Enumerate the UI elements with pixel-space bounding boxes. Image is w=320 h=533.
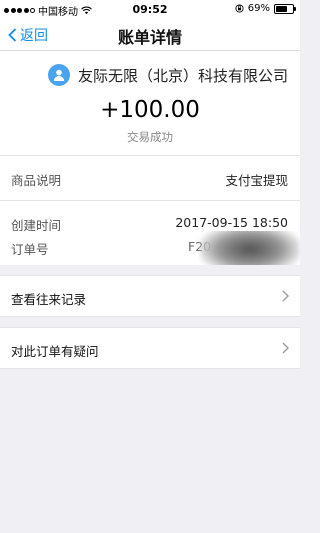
created-value: 2017-09-15 18:50: [175, 215, 288, 230]
merchant-name: 友际无限（北京）科技有限公司: [77, 66, 288, 85]
rotation-lock-icon: [235, 4, 244, 13]
merchant-row: 友际无限（北京）科技有限公司: [0, 51, 300, 87]
chevron-right-icon: [282, 342, 289, 354]
section-gap: [0, 317, 300, 327]
transaction-amount: +100.00: [100, 97, 200, 123]
chevron-right-icon: [282, 290, 289, 302]
order-question-button[interactable]: 对此订单有疑问: [0, 327, 300, 369]
order-label: 订单号: [11, 242, 49, 257]
transaction-status: 交易成功: [0, 129, 300, 156]
merchant-avatar: [47, 64, 70, 86]
page-title: 账单详情: [117, 28, 182, 47]
product-description-row: 商品说明 支付宝提现: [0, 156, 300, 201]
section-gap: [0, 265, 300, 275]
redaction-blur: [200, 231, 300, 265]
view-history-label: 查看往来记录: [11, 292, 87, 307]
user-icon: [53, 69, 65, 81]
order-number-row: 订单号 F20: [0, 231, 300, 265]
battery-icon: [274, 3, 296, 14]
product-label: 商品说明: [11, 173, 62, 188]
transaction-card: 友际无限（北京）科技有限公司 +100.00 交易成功 商品说明 支付宝提现 创…: [0, 51, 300, 265]
nav-bar: 返回 账单详情: [0, 18, 300, 51]
product-value: 支付宝提现: [225, 173, 288, 188]
status-bar: 中国移动 09:52 69%: [0, 0, 300, 18]
view-history-button[interactable]: 查看往来记录: [0, 275, 300, 317]
battery-percent: 69%: [247, 3, 270, 14]
order-question-label: 对此订单有疑问: [11, 344, 99, 359]
status-right: 69%: [235, 3, 296, 14]
created-time-row: 创建时间 2017-09-15 18:50: [0, 201, 300, 233]
battery-fill: [276, 5, 288, 12]
